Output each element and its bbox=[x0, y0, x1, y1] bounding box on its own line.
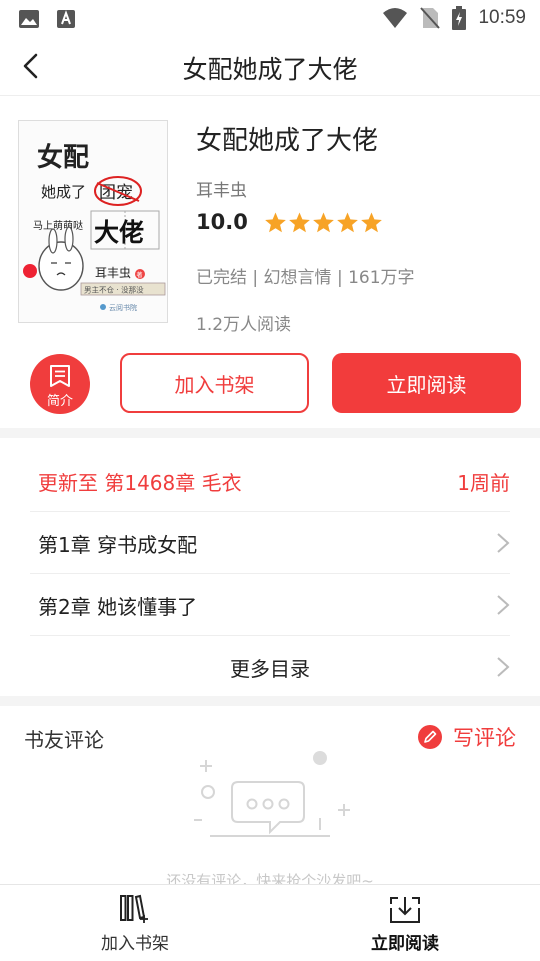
svg-text:她成了: 她成了 bbox=[41, 183, 86, 201]
section-divider bbox=[0, 428, 540, 438]
book-readers: 1.2万人阅读 bbox=[196, 315, 292, 335]
star-icon bbox=[288, 211, 310, 232]
svg-text:男主不仓 · 没那没: 男主不仓 · 没那没 bbox=[84, 285, 144, 295]
write-review-label: 写评论 bbox=[453, 726, 516, 750]
star-icon bbox=[312, 211, 334, 232]
write-review-button[interactable]: 写评论 bbox=[417, 722, 516, 752]
tab-add-to-shelf-label: 加入书架 bbox=[101, 934, 169, 954]
book-info-section: 女配 她成了 团宠 马上萌萌哒 大佬 耳丰虫 著 男主不仓 · 没那没 云阅书院… bbox=[0, 96, 540, 346]
latest-chapter-time: 1周前 bbox=[457, 471, 510, 495]
intro-label: 简介 bbox=[46, 394, 73, 409]
svg-text:女配: 女配 bbox=[37, 142, 89, 173]
latest-chapter-row[interactable]: 更新至 第1468章 毛衣 1周前 bbox=[30, 450, 510, 512]
top-nav-bar: 女配她成了大佬 bbox=[0, 36, 540, 96]
section-divider bbox=[0, 696, 540, 706]
empty-reviews-text: 还没有评论，快来抢个沙发吧~ bbox=[166, 872, 374, 884]
reviews-section: 书友评论 写评论 还没有评论，快来抢个沙发吧~ bbox=[0, 706, 540, 884]
chevron-right-icon bbox=[497, 533, 510, 553]
svg-text:著: 著 bbox=[137, 271, 143, 279]
action-row: 简介 加入书架 立即阅读 bbox=[0, 346, 540, 426]
chapter-title: 第2章 她该懂事了 bbox=[38, 595, 198, 619]
star-icon bbox=[360, 211, 382, 232]
add-to-shelf-button[interactable]: 加入书架 bbox=[120, 353, 309, 413]
svg-text:大佬: 大佬 bbox=[94, 218, 144, 247]
book-title: 女配她成了大佬 bbox=[196, 126, 379, 156]
more-chapters-label: 更多目录 bbox=[230, 657, 310, 681]
image-notification-icon bbox=[19, 10, 39, 28]
back-arrow-icon[interactable] bbox=[18, 52, 46, 80]
chapter-row-1[interactable]: 第1章 穿书成女配 bbox=[30, 512, 510, 574]
page-title: 女配她成了大佬 bbox=[182, 55, 358, 84]
reviews-title: 书友评论 bbox=[24, 728, 104, 752]
bookshelf-add-icon bbox=[120, 894, 148, 923]
intro-button[interactable]: 简介 bbox=[30, 354, 90, 414]
pencil-icon bbox=[418, 725, 442, 749]
battery-charging-icon bbox=[452, 6, 467, 30]
status-bar: 10:59 bbox=[0, 0, 540, 36]
font-notification-icon bbox=[57, 10, 75, 28]
download-read-icon bbox=[390, 897, 420, 923]
tab-read-now[interactable]: 立即阅读 bbox=[270, 885, 540, 961]
svg-text:耳丰虫: 耳丰虫 bbox=[95, 266, 131, 280]
star-icon bbox=[336, 211, 358, 232]
book-meta: 已完结 | 幻想言情 | 161万字 bbox=[196, 268, 415, 288]
book-cover[interactable]: 女配 她成了 团宠 马上萌萌哒 大佬 耳丰虫 著 男主不仓 · 没那没 云阅书院 bbox=[18, 120, 168, 323]
book-author[interactable]: 耳丰虫 bbox=[196, 176, 247, 201]
chapter-title: 第1章 穿书成女配 bbox=[38, 533, 198, 557]
rating-stars bbox=[264, 211, 383, 234]
wifi-icon bbox=[383, 8, 408, 28]
latest-chapter-label: 更新至 第1468章 毛衣 bbox=[38, 471, 242, 495]
rating-row: 10.0 bbox=[196, 210, 383, 234]
svg-text:马上萌萌哒: 马上萌萌哒 bbox=[33, 219, 83, 232]
chevron-right-icon bbox=[497, 657, 510, 677]
star-icon bbox=[264, 211, 286, 232]
svg-text:云阅书院: 云阅书院 bbox=[109, 303, 137, 312]
tab-add-to-shelf[interactable]: 加入书架 bbox=[0, 885, 270, 961]
cover-illustration: 女配 她成了 团宠 马上萌萌哒 大佬 耳丰虫 著 男主不仓 · 没那没 云阅书院 bbox=[19, 121, 167, 322]
chevron-right-icon bbox=[497, 595, 510, 615]
no-sim-icon bbox=[420, 7, 441, 29]
book-intro-icon bbox=[50, 365, 70, 387]
tab-read-now-label: 立即阅读 bbox=[371, 934, 439, 954]
book-score: 10.0 bbox=[196, 210, 248, 234]
read-now-button[interactable]: 立即阅读 bbox=[332, 353, 521, 413]
chapter-row-2[interactable]: 第2章 她该懂事了 bbox=[30, 574, 510, 636]
status-time: 10:59 bbox=[478, 7, 526, 28]
more-chapters-row[interactable]: 更多目录 bbox=[30, 636, 510, 698]
bottom-action-bar: 加入书架 立即阅读 bbox=[0, 884, 540, 960]
empty-comments-illustration bbox=[194, 751, 350, 837]
